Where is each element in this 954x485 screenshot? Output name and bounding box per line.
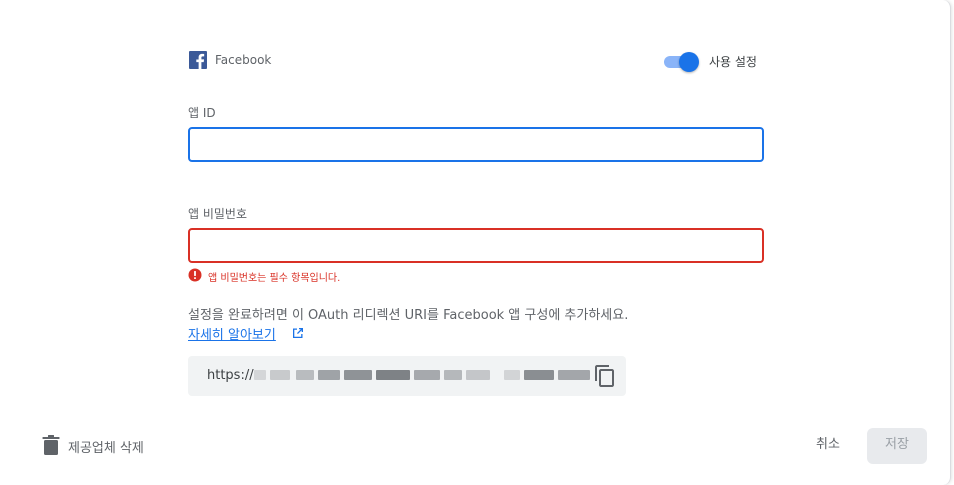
enable-toggle-label: 사용 설정 bbox=[709, 55, 757, 69]
copy-icon[interactable] bbox=[593, 364, 617, 388]
open-in-new-icon[interactable] bbox=[291, 326, 305, 340]
trash-icon bbox=[42, 435, 60, 455]
learn-more-link[interactable]: 자세히 알아보기 bbox=[188, 324, 276, 343]
error-message: 앱 비밀번호는 필수 항목입니다. bbox=[208, 273, 341, 284]
app-secret-input[interactable] bbox=[188, 228, 764, 263]
app-secret-label: 앱 비밀번호 bbox=[188, 207, 248, 221]
save-button[interactable]: 저장 bbox=[867, 428, 927, 464]
error-icon bbox=[188, 268, 202, 282]
app-id-label: 앱 ID bbox=[188, 106, 216, 120]
redirect-uri-redacted bbox=[254, 366, 592, 384]
toggle-thumb bbox=[679, 52, 699, 72]
provider-name: Facebook bbox=[215, 53, 272, 67]
cancel-button[interactable]: 취소 bbox=[800, 428, 856, 464]
redirect-info-text: 설정을 완료하려면 이 OAuth 리디렉션 URI를 Facebook 앱 구… bbox=[188, 308, 629, 323]
redirect-uri-box: https:// bbox=[188, 356, 626, 396]
provider-settings-dialog: Facebook 사용 설정 앱 ID 앱 비밀번호 앱 비밀번호는 필수 항목… bbox=[0, 0, 951, 485]
facebook-icon bbox=[189, 51, 207, 69]
delete-provider-label: 제공업체 삭제 bbox=[68, 441, 144, 456]
app-id-input[interactable] bbox=[188, 127, 764, 162]
enable-toggle[interactable] bbox=[663, 52, 699, 72]
provider-header: Facebook 사용 설정 bbox=[188, 51, 764, 72]
redirect-uri-text: https:// bbox=[207, 368, 254, 383]
